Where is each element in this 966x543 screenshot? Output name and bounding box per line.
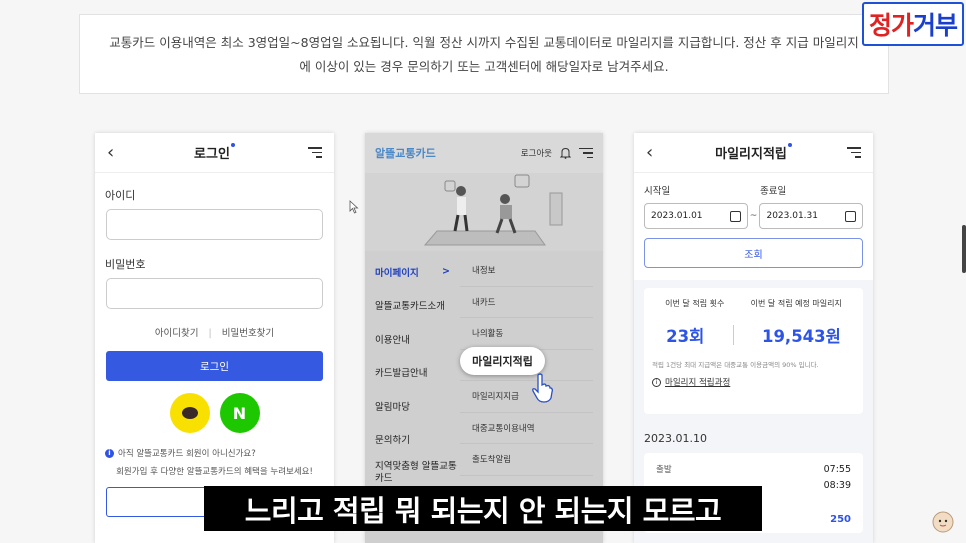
hamburger-menu-icon[interactable] (579, 147, 593, 159)
start-date-label: 시작일 (644, 186, 671, 197)
submenu-transit-history[interactable]: 대중교통이용내역 (460, 413, 593, 444)
id-label: 아이디 (105, 189, 136, 202)
notice-line-2: 에 이상이 있는 경우 문의하기 또는 고객센터에 해당일자로 남겨주세요. (299, 59, 669, 74)
submenu-my-activity[interactable]: 나의활동 (460, 318, 593, 350)
back-chevron-icon[interactable]: ‹ (107, 142, 114, 163)
nav-item-mypage[interactable]: 마이페이지 > (365, 255, 460, 289)
pointer-hand-icon (532, 373, 553, 403)
list-date: 2023.01.10 (644, 432, 707, 445)
end-date-field[interactable]: 2023.01.31 (759, 203, 863, 229)
start-date-field[interactable]: 2023.01.01 (644, 203, 748, 229)
hamburger-menu-icon[interactable] (308, 147, 322, 158)
depart-label: 출발 (656, 465, 672, 475)
nav-item-inquiry[interactable]: 문의하기 (365, 423, 460, 457)
mascot-avatar-icon (932, 511, 954, 533)
channel-watermark: 정가 거부 (862, 2, 964, 46)
earn-count-label: 이번 달 적립 횟수 (665, 299, 725, 308)
app-logo: 알뜰교통카드 (375, 147, 436, 160)
submenu-my-info[interactable]: 내정보 (460, 255, 593, 287)
info-icon: i (105, 448, 114, 458)
login-button[interactable]: 로그인 (106, 351, 323, 381)
submenu-arrival-alert[interactable]: 출도착알림 (460, 444, 593, 476)
calendar-icon[interactable] (729, 210, 741, 222)
hero-illustration (365, 173, 603, 251)
find-id-link[interactable]: 아이디찾기 (155, 328, 199, 339)
earn-count-value: 23회 (666, 327, 705, 346)
search-button[interactable]: 조회 (644, 238, 863, 268)
end-date-label: 종료일 (760, 186, 787, 197)
password-input[interactable] (106, 278, 323, 309)
info-icon: i (652, 377, 661, 387)
password-label: 비밀번호 (105, 258, 146, 271)
submenu-mileage-pay[interactable]: 마일리지지급 (460, 381, 593, 413)
calendar-icon[interactable] (845, 210, 856, 222)
join-description: 회원가입 후 다양한 알뜰교통카드의 혜택을 누려보세요! (116, 467, 313, 477)
bell-icon[interactable] (560, 147, 571, 159)
ride-points: 250 (830, 513, 851, 525)
earn-process-link[interactable]: i 마일리지 적립과정 (652, 376, 855, 388)
earn-amount-label: 이번 달 적립 예정 마일리지 (750, 299, 842, 308)
video-subtitle: 느리고 적립 뭐 되는지 안 되는지 모르고 (204, 486, 762, 531)
naver-login-button[interactable]: N (219, 393, 260, 433)
kakao-chat-icon (181, 407, 198, 419)
menu-screen: 알뜰교통카드 로그아웃 마이페이지 > 알뜰교통카드소개 이용안내 카드발급안내… (365, 133, 603, 543)
id-input[interactable] (106, 209, 323, 240)
logout-link[interactable]: 로그아웃 (521, 147, 552, 159)
nav-item-intro[interactable]: 알뜰교통카드소개 (365, 289, 460, 323)
earn-note: 적립 1건당 최대 지급액은 대중교통 이용금액의 90% 입니다. (652, 361, 819, 369)
nav-item-regional[interactable]: 지역맞춤형 알뜰교통카드 (365, 456, 460, 490)
notice-line-1: 교통카드 이용내역은 최소 3영업일~8영업일 소요됩니다. 익월 정산 시까지… (109, 35, 859, 50)
notice-box: 교통카드 이용내역은 최소 3영업일~8영업일 소요됩니다. 익월 정산 시까지… (79, 14, 889, 94)
mileage-earn-popup[interactable]: 마일리지적립 (460, 347, 545, 375)
arrive-time: 08:39 (823, 479, 851, 491)
page-title: 마일리지적립 (715, 147, 787, 162)
submenu-my-card[interactable]: 내카드 (460, 287, 593, 318)
mouse-cursor-icon (349, 200, 359, 214)
mileage-screen: ‹ 마일리지적립 시작일 종료일 2023.01.01 ~ 2023.01.31 (634, 133, 873, 543)
kakao-login-button[interactable] (169, 393, 210, 433)
login-screen: ‹ 로그인 아이디 비밀번호 아이디찾기 | 비밀번호찾기 로그인 N i 아직 알… (95, 133, 334, 543)
nav-item-guide[interactable]: 이용안내 (365, 322, 460, 356)
nav-item-notice[interactable]: 알림마당 (365, 389, 460, 423)
nav-item-card-issue[interactable]: 카드발급안내 (365, 356, 460, 390)
chevron-right-icon: > (442, 266, 450, 278)
join-question: 아직 알뜰교통카드 회원이 아니신가요? (118, 449, 256, 459)
earn-amount-value: 19,543원 (761, 327, 841, 346)
back-chevron-icon[interactable]: ‹ (646, 142, 653, 163)
depart-time: 07:55 (823, 463, 851, 475)
mileage-summary-card: 이번 달 적립 횟수 이번 달 적립 예정 마일리지 23회 19,543원 적… (644, 288, 863, 414)
find-password-link[interactable]: 비밀번호찾기 (222, 328, 274, 339)
page-title: 로그인 (194, 147, 230, 162)
scrollbar-thumb[interactable] (962, 225, 966, 273)
hamburger-menu-icon[interactable] (847, 147, 861, 158)
